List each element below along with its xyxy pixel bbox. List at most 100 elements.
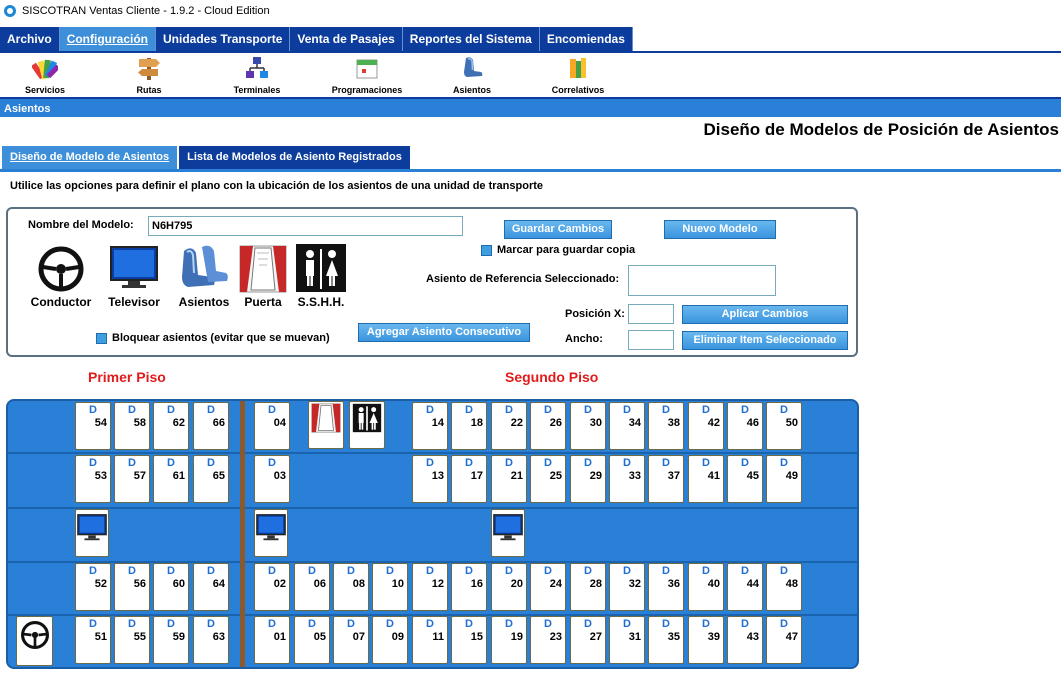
palette-sshh[interactable]: S.S.H.H. <box>294 243 348 309</box>
tv-object[interactable] <box>491 509 525 557</box>
seat-47[interactable]: D 47 <box>766 616 802 664</box>
reference-seat-field[interactable] <box>628 265 776 296</box>
seat-25[interactable]: D 25 <box>530 455 566 503</box>
seat-64[interactable]: D 64 <box>193 563 229 611</box>
seat-57[interactable]: D 57 <box>114 455 150 503</box>
seat-61[interactable]: D 61 <box>153 455 189 503</box>
toolbar-programaciones[interactable]: Programaciones <box>322 53 412 95</box>
palette-asientos[interactable]: Asientos <box>172 243 236 309</box>
seat-60[interactable]: D 60 <box>153 563 189 611</box>
seat-62[interactable]: D 62 <box>153 402 189 450</box>
seat-52[interactable]: D 52 <box>75 563 111 611</box>
seat-38[interactable]: D 38 <box>648 402 684 450</box>
width-input[interactable] <box>628 330 674 350</box>
tab-lista-modelos[interactable]: Lista de Modelos de Asiento Registrados <box>179 146 410 169</box>
seat-55[interactable]: D 55 <box>114 616 150 664</box>
seat-34[interactable]: D 34 <box>609 402 645 450</box>
seat-17[interactable]: D 17 <box>451 455 487 503</box>
seat-43[interactable]: D 43 <box>727 616 763 664</box>
menu-unidades-transporte[interactable]: Unidades Transporte <box>156 27 291 52</box>
seat-22[interactable]: D 22 <box>491 402 527 450</box>
menu-configuracion[interactable]: Configuración <box>59 27 157 52</box>
seat-09[interactable]: D 09 <box>372 616 408 664</box>
seat-48[interactable]: D 48 <box>766 563 802 611</box>
seat-36[interactable]: D 36 <box>648 563 684 611</box>
seat-54[interactable]: D 54 <box>75 402 111 450</box>
seat-07[interactable]: D 07 <box>333 616 369 664</box>
add-consecutive-seat-button[interactable]: Agregar Asiento Consecutivo <box>358 323 530 342</box>
model-name-input[interactable] <box>148 216 463 236</box>
tv-object[interactable] <box>75 509 109 557</box>
seat-49[interactable]: D 49 <box>766 455 802 503</box>
seat-26[interactable]: D 26 <box>530 402 566 450</box>
seat-58[interactable]: D 58 <box>114 402 150 450</box>
seat-41[interactable]: D 41 <box>688 455 724 503</box>
seat-14[interactable]: D 14 <box>412 402 448 450</box>
seat-06[interactable]: D 06 <box>294 563 330 611</box>
seat-layout-canvas[interactable]: D 54 D 58 D 62 D 66 D 04 D 14 D 18 D 22 D 26 D 30 D 34 D 38 D 42 D… <box>6 399 859 669</box>
toolbar-rutas[interactable]: Rutas <box>104 53 194 95</box>
seat-32[interactable]: D 32 <box>609 563 645 611</box>
seat-40[interactable]: D 40 <box>688 563 724 611</box>
tab-diseno-modelo[interactable]: Diseño de Modelo de Asientos <box>2 146 178 169</box>
seat-16[interactable]: D 16 <box>451 563 487 611</box>
seat-04[interactable]: D 04 <box>254 402 290 450</box>
seat-28[interactable]: D 28 <box>570 563 606 611</box>
seat-05[interactable]: D 05 <box>294 616 330 664</box>
seat-24[interactable]: D 24 <box>530 563 566 611</box>
seat-44[interactable]: D 44 <box>727 563 763 611</box>
driver-object[interactable] <box>16 616 53 666</box>
seat-01[interactable]: D 01 <box>254 616 290 664</box>
position-x-input[interactable] <box>628 304 674 324</box>
seat-50[interactable]: D 50 <box>766 402 802 450</box>
seat-08[interactable]: D 08 <box>333 563 369 611</box>
seat-65[interactable]: D 65 <box>193 455 229 503</box>
seat-29[interactable]: D 29 <box>570 455 606 503</box>
seat-51[interactable]: D 51 <box>75 616 111 664</box>
seat-31[interactable]: D 31 <box>609 616 645 664</box>
seat-53[interactable]: D 53 <box>75 455 111 503</box>
delete-item-button[interactable]: Eliminar Item Seleccionado <box>682 331 848 350</box>
apply-changes-button[interactable]: Aplicar Cambios <box>682 305 848 324</box>
save-changes-button[interactable]: Guardar Cambios <box>504 220 612 239</box>
seat-10[interactable]: D 10 <box>372 563 408 611</box>
menu-archivo[interactable]: Archivo <box>0 27 60 52</box>
lock-seats-checkbox[interactable] <box>96 333 107 344</box>
seat-12[interactable]: D 12 <box>412 563 448 611</box>
palette-televisor[interactable]: Televisor <box>103 243 165 309</box>
toolbar-asientos[interactable]: Asientos <box>427 53 517 95</box>
menu-reportes[interactable]: Reportes del Sistema <box>402 27 540 52</box>
seat-02[interactable]: D 02 <box>254 563 290 611</box>
seat-20[interactable]: D 20 <box>491 563 527 611</box>
seat-39[interactable]: D 39 <box>688 616 724 664</box>
toolbar-correlativos[interactable]: Correlativos <box>533 53 623 95</box>
seat-03[interactable]: D 03 <box>254 455 290 503</box>
seat-13[interactable]: D 13 <box>412 455 448 503</box>
toolbar-terminales[interactable]: Terminales <box>212 53 302 95</box>
menu-venta-pasajes[interactable]: Venta de Pasajes <box>290 27 403 52</box>
seat-63[interactable]: D 63 <box>193 616 229 664</box>
seat-15[interactable]: D 15 <box>451 616 487 664</box>
door-object[interactable] <box>308 401 344 449</box>
seat-42[interactable]: D 42 <box>688 402 724 450</box>
seat-33[interactable]: D 33 <box>609 455 645 503</box>
seat-30[interactable]: D 30 <box>570 402 606 450</box>
tv-object[interactable] <box>254 509 288 557</box>
seat-27[interactable]: D 27 <box>570 616 606 664</box>
palette-conductor[interactable]: Conductor <box>26 243 96 309</box>
seat-35[interactable]: D 35 <box>648 616 684 664</box>
restroom-object[interactable] <box>349 401 385 449</box>
seat-37[interactable]: D 37 <box>648 455 684 503</box>
new-model-button[interactable]: Nuevo Modelo <box>664 220 776 239</box>
seat-46[interactable]: D 46 <box>727 402 763 450</box>
menu-encomiendas[interactable]: Encomiendas <box>539 27 633 52</box>
seat-18[interactable]: D 18 <box>451 402 487 450</box>
seat-11[interactable]: D 11 <box>412 616 448 664</box>
seat-21[interactable]: D 21 <box>491 455 527 503</box>
seat-19[interactable]: D 19 <box>491 616 527 664</box>
seat-56[interactable]: D 56 <box>114 563 150 611</box>
seat-45[interactable]: D 45 <box>727 455 763 503</box>
toolbar-servicios[interactable]: Servicios <box>0 53 90 95</box>
save-copy-checkbox[interactable] <box>481 245 492 256</box>
seat-66[interactable]: D 66 <box>193 402 229 450</box>
